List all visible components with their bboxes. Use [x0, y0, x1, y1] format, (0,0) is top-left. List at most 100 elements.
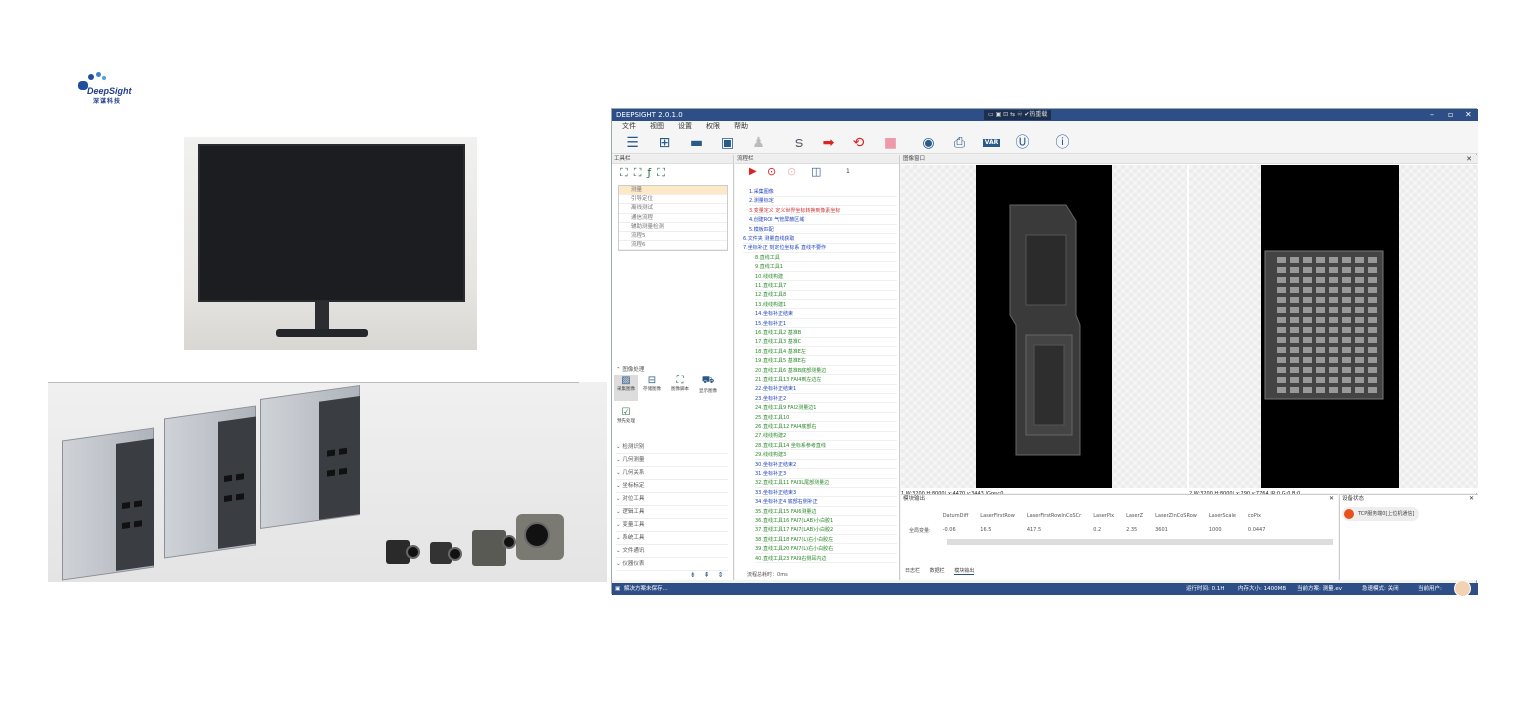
process-step[interactable]: 35.直线工具15 FAI6测量边	[755, 508, 897, 517]
list-icon[interactable]: ☰	[624, 135, 641, 151]
device-item[interactable]: TCP服务端0[上位机通信]	[1342, 507, 1420, 521]
image-view-2[interactable]: 2 W:3200 H:8000| x:290,y:7764 |R:0,G:0,B…	[1189, 165, 1478, 498]
store-image-tool[interactable]: ⊟ 存储图像	[640, 375, 664, 392]
save-icon[interactable]: ▣	[719, 135, 736, 151]
stop-icon[interactable]: ⊙	[787, 165, 796, 178]
info-icon[interactable]: ⓘ	[1054, 135, 1071, 151]
process-step[interactable]: 4.创建ROI 气管屏蔽区域	[749, 216, 897, 225]
display-image-tool[interactable]: ⛟ 显示图像	[696, 375, 720, 394]
process-step[interactable]: 20.直线工具6 基准B底部测量边	[755, 367, 897, 376]
minimize-button[interactable]: –	[1430, 109, 1434, 121]
open-icon[interactable]: ▬	[688, 135, 705, 151]
process-step[interactable]: 40.直线工具23 FAI9右侧耳内边	[755, 555, 897, 564]
process-step[interactable]: 34.坐标补正4 底部右侧补正	[755, 498, 897, 507]
image-view-1[interactable]: 1 W:3200 H:8000| x:4470,y:3443 |Grey:0	[901, 165, 1187, 498]
process-step[interactable]: 18.直线工具4 基准E左	[755, 348, 897, 357]
flow-tool-icons[interactable]: ⛶⛶ƒ⛶	[620, 166, 671, 180]
tab-module-output[interactable]: 模块输出	[954, 568, 975, 575]
process-step[interactable]: 12.直线工具8	[755, 291, 897, 301]
process-step[interactable]: 5.模板匹配	[749, 226, 897, 235]
process-step[interactable]: 38.直线工具18 FAI7(L)右小白胶左	[755, 536, 897, 545]
category-alignment[interactable]: ⌄ 对位工具	[616, 493, 728, 506]
avatar[interactable]	[1454, 580, 1471, 597]
close-icon[interactable]: ✕	[1466, 155, 1472, 163]
camera-icon[interactable]: ◉	[920, 135, 937, 151]
print-icon[interactable]: ⎙	[951, 135, 968, 151]
new-icon[interactable]: ⊞	[656, 135, 673, 151]
var-icon[interactable]: VAR	[983, 139, 1000, 147]
flow-item[interactable]: 引导定位	[619, 195, 727, 205]
close-icon[interactable]: ✕	[1469, 495, 1474, 502]
flow-item[interactable]: 流程6	[619, 241, 727, 251]
sort-icons[interactable]: ⇟⇞⇕	[690, 571, 732, 579]
category-geometry-relation[interactable]: ⌄ 几何关系	[616, 467, 728, 480]
process-step[interactable]: 7.坐标补正 刻定位坐标系 直线不要作	[743, 244, 896, 254]
process-step[interactable]: 11.直线工具7	[755, 282, 897, 291]
process-step[interactable]: 22.坐标补正结束1	[755, 385, 897, 395]
process-step[interactable]: 33.坐标补正结束3	[755, 489, 897, 498]
category-instrument[interactable]: ⌄ 仪器仪表	[616, 558, 728, 571]
process-step[interactable]: 39.直线工具20 FAI7(L)右小白胶右	[755, 545, 897, 554]
process-step[interactable]: 30.坐标补正结束2	[755, 461, 897, 470]
flow-item[interactable]: 测量	[619, 186, 727, 196]
flow-item[interactable]: 通信流程	[619, 214, 727, 223]
run-icon[interactable]: ➡	[820, 135, 837, 151]
process-step[interactable]: 16.直线工具2 基准B	[755, 329, 897, 338]
process-step[interactable]: 6.文件夹 测量直线获取	[743, 235, 896, 244]
panel-split-icon[interactable]: ◫	[811, 165, 821, 178]
ui-icon[interactable]: Ⓤ	[1014, 135, 1031, 151]
menu-file[interactable]: 文件	[622, 121, 636, 132]
close-button[interactable]: ✕	[1465, 109, 1472, 121]
image-script-tool[interactable]: ⛶ 图像脚本	[668, 375, 692, 392]
process-step[interactable]: 1.采集图像	[749, 188, 897, 197]
category-system[interactable]: ⌄ 系统工具	[616, 532, 728, 545]
preprocess-tool[interactable]: ☑ 预先处理	[614, 407, 638, 424]
category-logic[interactable]: ⌄ 逻辑工具	[616, 506, 728, 519]
process-step[interactable]: 10.线线构建	[755, 273, 897, 282]
flow-item[interactable]: 流程5	[619, 232, 727, 242]
process-step[interactable]: 13.线线构建1	[755, 301, 897, 310]
loop-icon[interactable]: ⟲	[850, 135, 867, 151]
process-step[interactable]: 23.坐标补正2	[755, 395, 897, 404]
tab-log[interactable]: 日志栏	[905, 568, 920, 574]
category-geometry-measure[interactable]: ⌄ 几何测量	[616, 454, 728, 467]
process-step[interactable]: 31.坐标补正3	[755, 470, 897, 479]
process-step[interactable]: 37.直线工具17 FAI7(LAB)小白胶2	[755, 526, 897, 536]
process-step[interactable]: 3.变量定义 定义世界坐标转换到像素坐标	[749, 207, 897, 216]
process-step[interactable]: 8.直线工具	[755, 254, 897, 263]
process-step[interactable]: 36.直线工具16 FAI7(LAB)小白胶1	[755, 517, 897, 526]
process-step[interactable]: 9.直线工具1	[755, 263, 897, 272]
run-once-icon[interactable]: ▶	[749, 166, 757, 177]
flow-item[interactable]: 辅助测量检测	[619, 223, 727, 232]
menu-view[interactable]: 视图	[650, 121, 664, 132]
process-step[interactable]: 32.直线工具11 FAI3L尾部测量边	[755, 479, 897, 489]
process-step[interactable]: 29.线线构建3	[755, 451, 897, 460]
user-icon[interactable]: ♟	[750, 135, 767, 151]
category-calibration[interactable]: ⌄ 坐标标定	[616, 480, 728, 493]
acquire-image-tool[interactable]: ▨ 采集图像	[614, 375, 638, 401]
flow-item[interactable]: 离线测试	[619, 204, 727, 214]
category-detect[interactable]: ⌄ 检测识别	[616, 441, 728, 454]
process-step[interactable]: 25.直线工具10	[755, 414, 897, 423]
process-step[interactable]: 21.直线工具13 FAI4到左边左	[755, 376, 897, 385]
tab-data[interactable]: 数据栏	[930, 568, 945, 574]
run-loop-icon[interactable]: ⊙	[767, 165, 776, 178]
menu-settings[interactable]: 设置	[678, 121, 692, 132]
stop-icon[interactable]: ■	[882, 135, 899, 151]
s-icon[interactable]: ട	[790, 135, 807, 151]
category-file-comm[interactable]: ⌄ 文件通讯	[616, 545, 728, 558]
process-step[interactable]: 14.坐标补正结束	[755, 310, 897, 319]
window-tools-icon[interactable]: ▭ ▣ ⊡ ⇆ ♾	[988, 111, 1024, 118]
process-step[interactable]: 24.直线工具9 FAI2测量边1	[755, 404, 897, 413]
process-step[interactable]: 28.直线工具14 坐标系参考直线	[755, 442, 897, 451]
process-step[interactable]: 17.直线工具3 基准C	[755, 338, 897, 348]
menu-help[interactable]: 帮助	[734, 121, 748, 132]
close-icon[interactable]: ✕	[1329, 495, 1334, 502]
horizontal-scrollbar[interactable]	[947, 539, 1333, 545]
process-step[interactable]: 2.测量标定	[749, 197, 897, 207]
process-step[interactable]: 19.直线工具5 基准E右	[755, 357, 897, 366]
category-variable[interactable]: ⌄ 变量工具	[616, 519, 728, 532]
process-step[interactable]: 27.线线构建2	[755, 432, 897, 442]
process-step[interactable]: 26.直线工具12 FAI4底部右	[755, 423, 897, 432]
maximize-button[interactable]: ▫	[1448, 109, 1453, 121]
